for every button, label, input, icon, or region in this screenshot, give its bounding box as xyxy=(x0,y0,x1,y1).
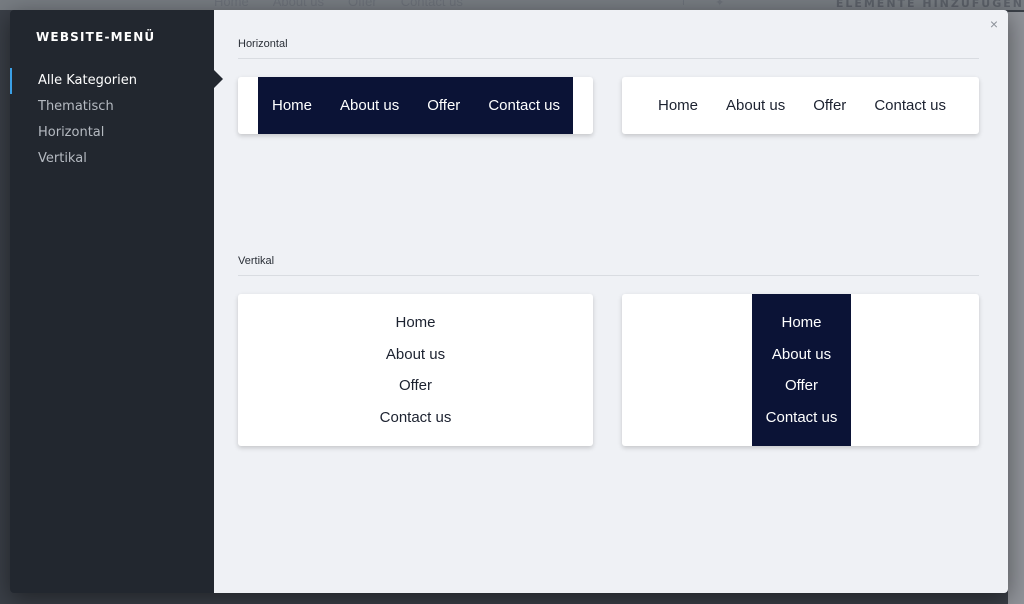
background-title: ELEMENTE HINZUFÜGEN xyxy=(835,0,1024,10)
menu-item-offer: Offer xyxy=(784,377,819,394)
menu-item-about: About us xyxy=(726,97,786,114)
background-nav: Home About us Offer Contact us xyxy=(214,0,463,9)
menu-item-contact: Contact us xyxy=(874,97,947,114)
category-sidebar: WEBSITE-MENÜ Alle Kategorien Thematisch … xyxy=(10,10,223,593)
background-social-icons: f ✦ xyxy=(682,0,724,9)
menu-picker-modal: WEBSITE-MENÜ Alle Kategorien Thematisch … xyxy=(10,10,1008,593)
menu-item-about: About us xyxy=(771,345,832,363)
menu-template-vertical-light[interactable]: Home About us Offer Contact us xyxy=(238,294,593,446)
menu-item-home: Home xyxy=(781,314,822,331)
vertical-menu-dark: Home About us Offer Contact us xyxy=(752,294,851,446)
menu-item-home: Home xyxy=(272,97,313,114)
menu-item-about: About us xyxy=(340,97,400,114)
category-item-vertical[interactable]: Vertikal xyxy=(10,146,214,172)
menu-item-contact: Contact us xyxy=(765,408,838,426)
sidebar-title: WEBSITE-MENÜ xyxy=(36,30,156,44)
section-divider xyxy=(238,275,979,276)
menu-item-contact: Contact us xyxy=(379,408,452,426)
vertical-menu-light: Home About us Offer Contact us xyxy=(238,307,593,433)
category-list: Alle Kategorien Thematisch Horizontal Ve… xyxy=(10,68,214,172)
facebook-icon: f xyxy=(682,0,686,8)
background-nav-item: Contact us xyxy=(400,0,463,9)
category-item-thematic[interactable]: Thematisch xyxy=(10,94,214,120)
background-nav-item: About us xyxy=(272,0,325,9)
menu-template-horizontal-light[interactable]: Home About us Offer Contact us xyxy=(622,77,979,134)
horizontal-menu-light: Home About us Offer Contact us xyxy=(658,77,946,134)
menu-item-offer: Offer xyxy=(813,97,847,114)
section-title-horizontal: Horizontal xyxy=(238,38,288,50)
menu-item-offer: Offer xyxy=(427,97,461,114)
menu-item-home: Home xyxy=(658,97,699,114)
twitter-icon: ✦ xyxy=(715,0,725,9)
background-nav-item: Offer xyxy=(348,0,377,9)
close-button[interactable]: × xyxy=(990,16,998,32)
active-pointer-icon xyxy=(214,70,223,88)
background-nav-item: Home xyxy=(214,0,249,9)
menu-template-horizontal-dark[interactable]: Home About us Offer Contact us xyxy=(238,77,593,134)
menu-item-offer: Offer xyxy=(398,377,433,394)
background-panel xyxy=(1008,12,1024,604)
menu-gallery: × Horizontal Home About us Offer Contact… xyxy=(214,10,1008,593)
horizontal-menu-dark: Home About us Offer Contact us xyxy=(258,77,573,134)
menu-item-about: About us xyxy=(385,345,446,363)
category-item-horizontal[interactable]: Horizontal xyxy=(10,120,214,146)
menu-template-vertical-dark[interactable]: Home About us Offer Contact us xyxy=(622,294,979,446)
section-title-vertical: Vertikal xyxy=(238,255,275,267)
menu-item-contact: Contact us xyxy=(488,97,561,114)
section-divider xyxy=(238,58,979,59)
category-item-all[interactable]: Alle Kategorien xyxy=(10,68,214,94)
menu-item-home: Home xyxy=(395,314,436,331)
